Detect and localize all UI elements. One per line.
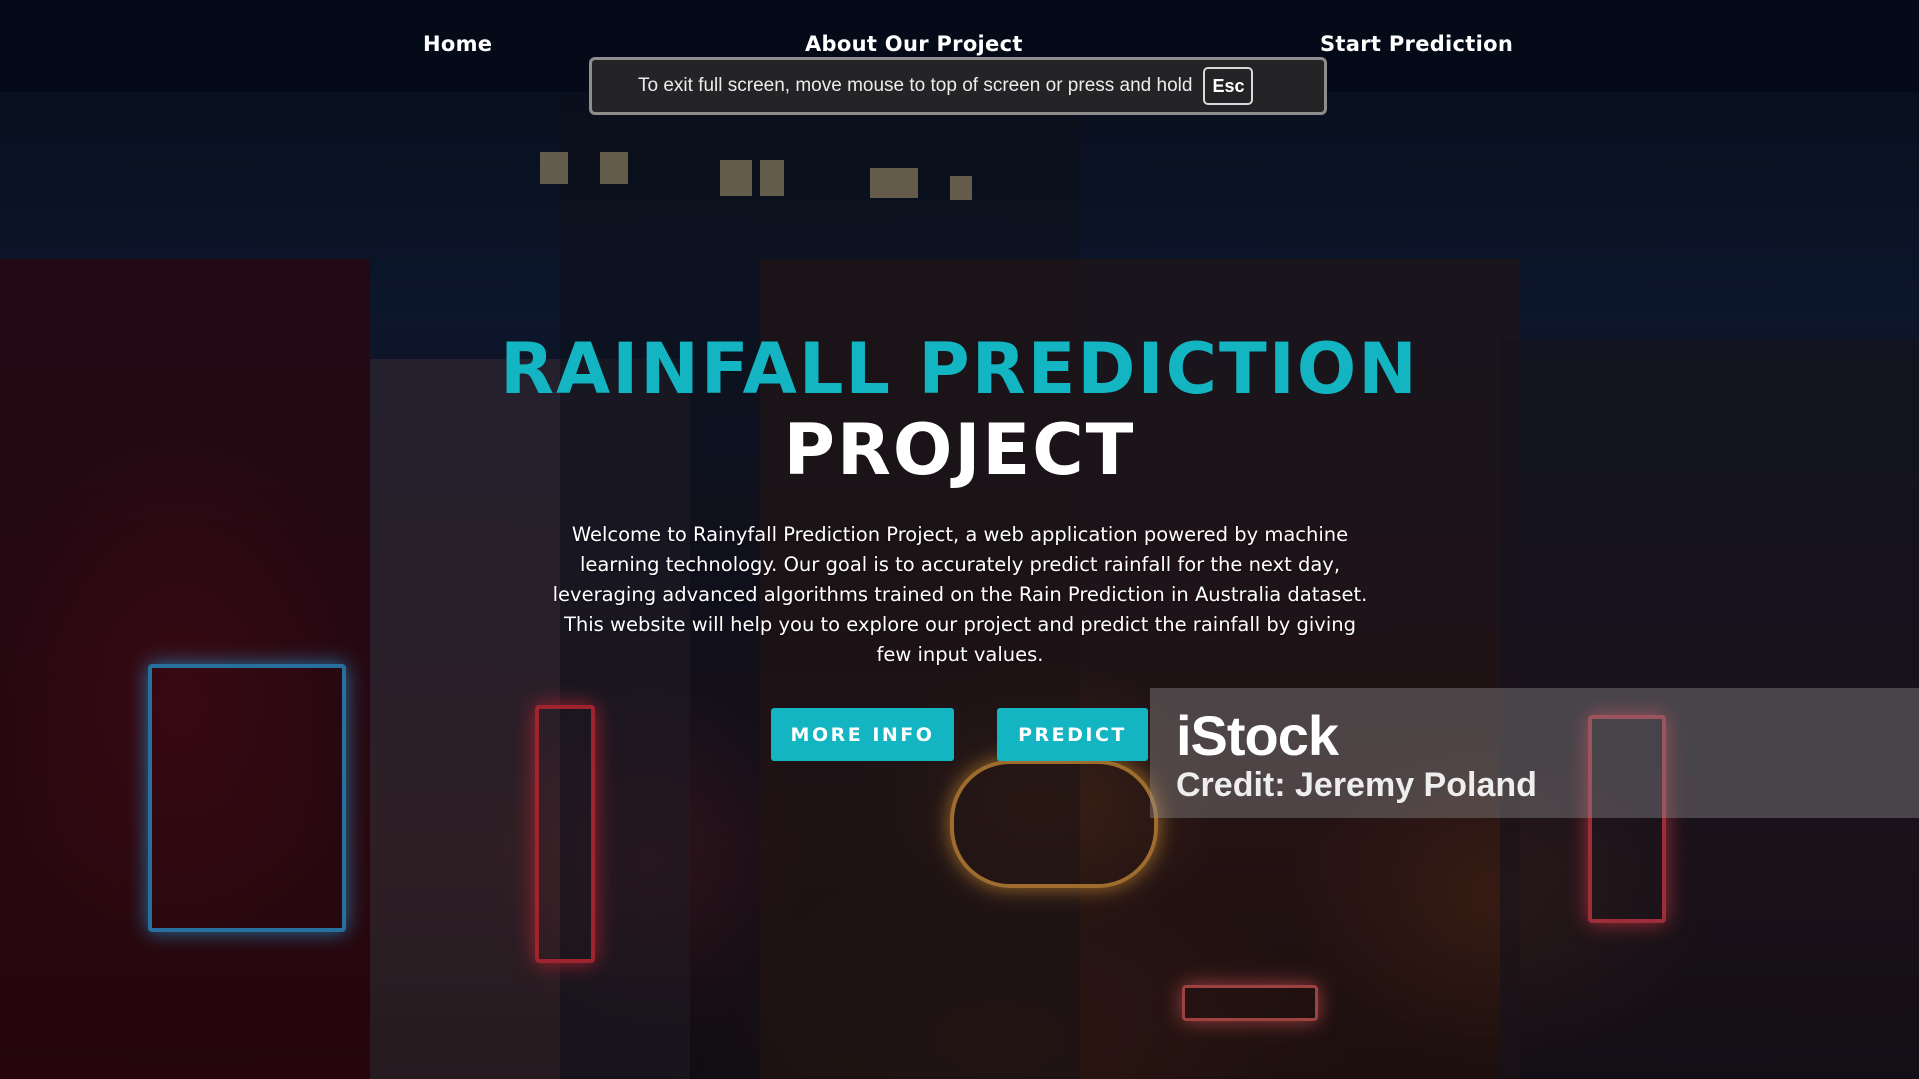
nav-link-about[interactable]: About Our Project bbox=[805, 32, 1023, 56]
hero-description: Welcome to Rainyfall Prediction Project,… bbox=[552, 523, 1368, 666]
hero-title-primary: RAINFALL PREDICTION bbox=[500, 328, 1419, 410]
istock-logo: iStock bbox=[1176, 704, 1339, 767]
more-info-button[interactable]: MORE INFO bbox=[771, 708, 954, 761]
predict-button[interactable]: PREDICT bbox=[997, 708, 1148, 761]
nav-link-start-prediction[interactable]: Start Prediction bbox=[1320, 32, 1513, 56]
fullscreen-notice-message: To exit full screen, move mouse to top o… bbox=[638, 75, 1193, 96]
istock-watermark: iStock Credit: Jeremy Poland bbox=[1150, 688, 1919, 818]
photo-credit: Credit: Jeremy Poland bbox=[1176, 766, 1537, 804]
esc-key-badge: Esc bbox=[1203, 67, 1254, 105]
fullscreen-exit-notice: To exit full screen, move mouse to top o… bbox=[589, 57, 1327, 115]
hero-title-secondary: PROJECT bbox=[783, 409, 1136, 491]
nav-link-home[interactable]: Home bbox=[423, 32, 492, 56]
